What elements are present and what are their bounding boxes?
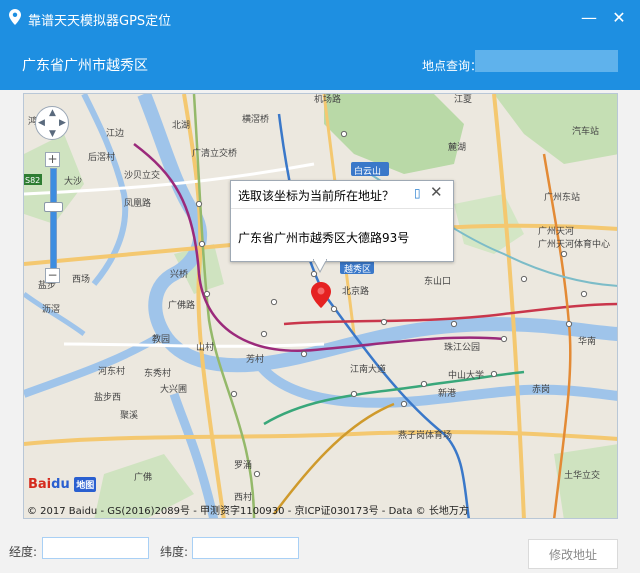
pan-left-icon[interactable]: ◀: [38, 118, 45, 128]
search-input[interactable]: [475, 50, 618, 72]
map-label: 北京路: [342, 285, 369, 297]
map-label: 华南: [578, 335, 596, 347]
map-label: 河东村: [98, 365, 125, 377]
map-label: 珠江公园: [444, 341, 480, 353]
map-label: 广州天河: [538, 225, 574, 237]
map-label: 罗涌: [234, 460, 252, 471]
map-label: 广州天河体育中心: [538, 238, 610, 250]
map-label: 赤岗: [532, 384, 550, 395]
pan-up-icon[interactable]: ▲: [49, 108, 56, 118]
location-pin-icon: [9, 9, 21, 28]
location-confirm-popup: 选取该坐标为当前所在地址？ ▯ ✕ 广东省广州市越秀区大德路93号: [230, 180, 454, 262]
map-copyright: © 2017 Baidu - GS(2016)2089号 - 甲测资字11009…: [27, 506, 469, 517]
map-label: 广佛: [134, 471, 152, 483]
map-label: 大沙: [64, 175, 82, 187]
map-label: 北湖: [172, 120, 190, 131]
map-view[interactable]: 机场路 鸿桥 江边 北湖 横滘桥 江夏 汽车站 后滘村 广清立交桥 大沙 沙贝立…: [23, 93, 618, 519]
modify-address-button[interactable]: 修改地址: [528, 539, 618, 569]
map-label: 东秀村: [144, 367, 171, 379]
title-bar: 靠谱天天模拟器GPS定位 — ✕: [0, 0, 640, 36]
map-label: 盐步西: [94, 391, 121, 403]
zoom-slider-handle[interactable]: [44, 202, 63, 212]
map-label: 广佛路: [168, 299, 195, 311]
popup-close-icon[interactable]: ✕: [430, 183, 443, 201]
map-label: 机场路: [314, 94, 341, 105]
longitude-input[interactable]: [42, 537, 149, 559]
map-label: 芳村: [246, 353, 264, 365]
coordinate-form: 经度: 纬度: 修改地址: [0, 523, 640, 573]
baidu-map-logo: Baidu 地图: [28, 477, 97, 492]
map-label: 聚溪: [120, 409, 138, 421]
map-label: 新港: [438, 387, 456, 399]
map-navigation-control: ▲ ▼ ◀ ▶ + −: [35, 106, 69, 283]
map-label: 广州东站: [544, 191, 580, 203]
phone-icon[interactable]: ▯: [414, 186, 421, 200]
longitude-label: 经度:: [9, 545, 38, 559]
map-label: 沥滘: [42, 304, 60, 315]
pan-control[interactable]: ▲ ▼ ◀ ▶: [35, 106, 69, 140]
map-label: 东山口: [424, 275, 451, 287]
map-label: 广清立交桥: [192, 147, 237, 159]
zoom-in-button[interactable]: +: [45, 152, 60, 167]
popup-address: 广东省广州市越秀区大德路93号: [238, 231, 410, 245]
map-label: 燕子岗体育场: [398, 429, 452, 441]
map-label: 汽车站: [572, 125, 599, 137]
popup-pointer: [313, 259, 327, 273]
popup-title: 选取该坐标为当前所在地址？: [238, 189, 395, 203]
map-label: 越秀区: [344, 263, 371, 275]
map-label: 后滘村: [88, 151, 115, 163]
location-marker-icon[interactable]: [311, 282, 331, 308]
baidu-logo-paw: du: [51, 477, 70, 492]
zoom-out-button[interactable]: −: [45, 268, 60, 283]
baidu-logo-ditu: 地图: [74, 477, 97, 492]
search-label: 地点查询：: [422, 59, 483, 73]
window-title: 靠谱天天模拟器GPS定位: [28, 14, 172, 29]
map-label: 山村: [196, 341, 214, 353]
pan-right-icon[interactable]: ▶: [59, 118, 66, 128]
map-label: 江夏: [454, 94, 472, 105]
current-location: 广东省广州市越秀区: [22, 58, 148, 74]
close-window-button[interactable]: ✕: [607, 6, 631, 30]
map-label: 教园: [152, 333, 170, 345]
map-label: 江南大道: [350, 363, 386, 375]
map-label: 麓湖: [448, 141, 466, 153]
map-label: 兴桥: [170, 268, 188, 280]
map-label: 大兴圃: [160, 383, 187, 395]
highway-shield: S82: [25, 176, 40, 185]
map-label: 凤凰路: [124, 197, 151, 209]
map-label: 江边: [106, 128, 124, 139]
latitude-label: 纬度:: [160, 545, 189, 559]
map-label: 中山大学: [448, 369, 484, 381]
zoom-slider-track[interactable]: [50, 168, 57, 270]
map-label: 沙贝立交: [124, 169, 160, 181]
popup-divider: [231, 208, 453, 209]
map-label: 白云山: [354, 165, 381, 177]
map-label: 西场: [72, 274, 90, 285]
map-label: 横滘桥: [242, 113, 269, 125]
minimize-button[interactable]: —: [577, 6, 601, 30]
baidu-logo-bai: Bai: [28, 477, 52, 492]
latitude-input[interactable]: [192, 537, 299, 559]
map-label: 土华立交: [564, 469, 600, 481]
pan-down-icon[interactable]: ▼: [49, 129, 56, 139]
location-header: 广东省广州市越秀区 地点查询：: [0, 36, 640, 90]
